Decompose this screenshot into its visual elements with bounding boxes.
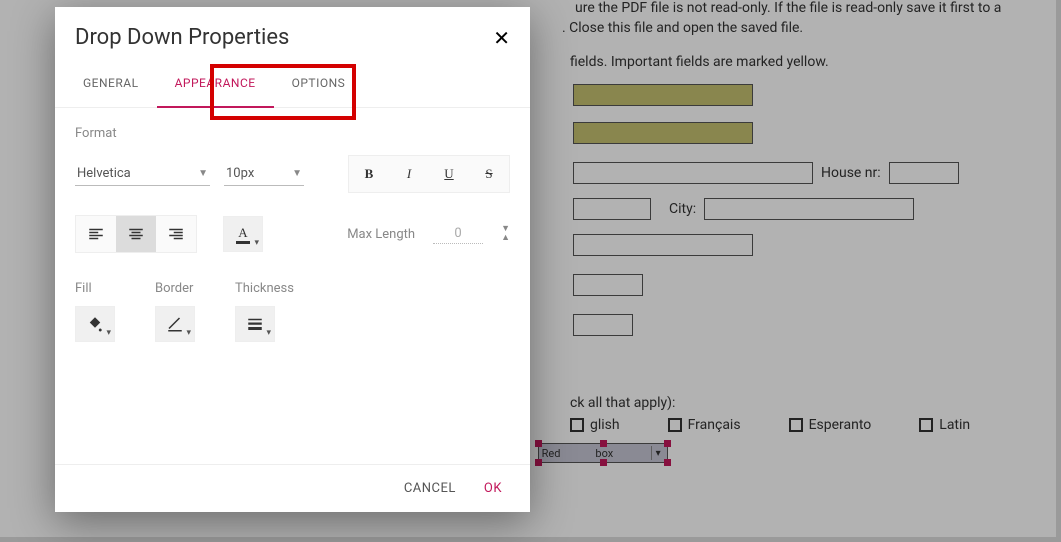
chevron-down-icon: ▾ xyxy=(186,328,191,338)
thickness-label: Thickness xyxy=(235,281,294,296)
tab-appearance[interactable]: APPEARANCE xyxy=(157,60,274,108)
cancel-button[interactable]: CANCEL xyxy=(404,481,456,496)
format-label: Format xyxy=(75,126,510,141)
border-label: Border xyxy=(155,281,195,296)
fill-color-button[interactable]: ▾ xyxy=(75,306,115,342)
italic-button[interactable]: I xyxy=(389,156,429,192)
fill-icon xyxy=(86,315,104,333)
max-length-label: Max Length xyxy=(347,227,415,242)
fill-label: Fill xyxy=(75,281,115,296)
tab-general[interactable]: GENERAL xyxy=(65,60,157,107)
dialog-tabs: GENERAL APPEARANCE OPTIONS xyxy=(55,60,530,108)
thickness-button[interactable]: ▾ xyxy=(235,306,275,342)
border-color-button[interactable]: ▾ xyxy=(155,306,195,342)
bold-button[interactable]: B xyxy=(349,156,389,192)
border-icon xyxy=(166,315,184,333)
thickness-icon xyxy=(246,315,264,333)
max-length-stepper[interactable]: ▼ ▲ xyxy=(501,225,510,243)
chevron-down-icon: ▾ xyxy=(266,328,271,338)
chevron-down-icon: ▾ xyxy=(254,238,259,248)
ok-button[interactable]: OK xyxy=(484,481,502,496)
tab-options[interactable]: OPTIONS xyxy=(274,60,364,107)
font-size-select[interactable]: 10px ▼ xyxy=(224,162,304,186)
strikethrough-button[interactable]: S xyxy=(469,156,509,192)
align-center-icon xyxy=(127,225,145,243)
chevron-down-icon: ▾ xyxy=(106,328,111,338)
chevron-down-icon: ▼ xyxy=(292,168,302,179)
chevron-up-icon: ▲ xyxy=(501,234,510,243)
align-right-button[interactable] xyxy=(156,216,196,252)
max-length-value[interactable]: 0 xyxy=(433,224,483,244)
align-center-button[interactable] xyxy=(116,216,156,252)
dialog-title: Drop Down Properties xyxy=(75,25,289,50)
chevron-down-icon: ▼ xyxy=(198,168,208,179)
align-left-icon xyxy=(87,225,105,243)
font-family-select[interactable]: Helvetica ▼ xyxy=(75,162,210,186)
text-color-button[interactable]: A ▾ xyxy=(223,216,263,252)
dropdown-properties-dialog: Drop Down Properties ✕ GENERAL APPEARANC… xyxy=(55,7,530,512)
close-icon[interactable]: ✕ xyxy=(493,28,510,48)
underline-button[interactable]: U xyxy=(429,156,469,192)
align-right-icon xyxy=(167,225,185,243)
align-left-button[interactable] xyxy=(76,216,116,252)
